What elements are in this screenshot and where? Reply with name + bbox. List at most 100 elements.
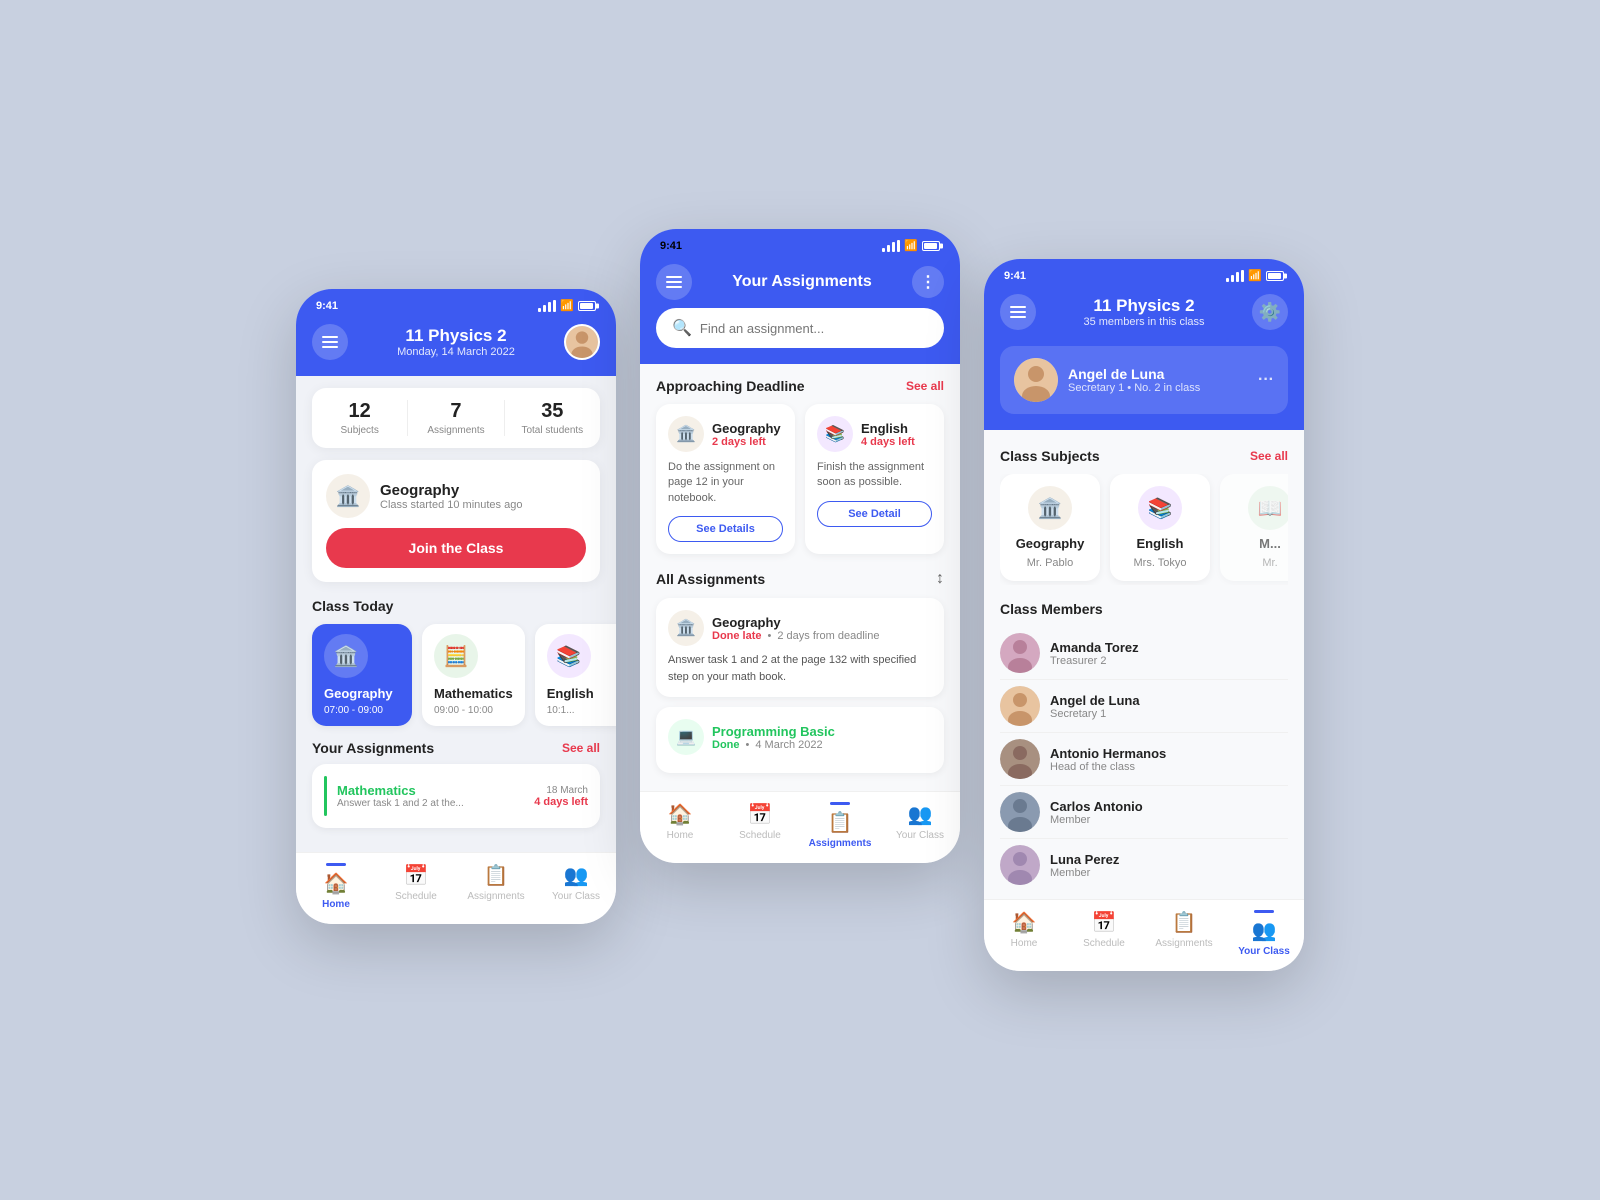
subject-more-teacher: Mr. [1262, 557, 1277, 569]
all-card-top-0: 🏛️ Geography Done late • 2 days from dea… [668, 610, 932, 646]
hamburger-icon-2 [666, 276, 682, 288]
nav-schedule-1[interactable]: 📅 Schedule [376, 863, 456, 910]
stat-assignments: 7 Assignments [408, 400, 504, 436]
see-details-eng-btn[interactable]: See Detail [817, 501, 932, 527]
sort-icon[interactable]: ↕ [936, 570, 944, 588]
today-card-geography[interactable]: 🏛️ Geography 07:00 - 09:00 [312, 624, 412, 726]
class-today-title: Class Today [312, 598, 393, 614]
search-icon-2: 🔍 [672, 318, 692, 338]
subject-card-english[interactable]: 📚 English Mrs. Tokyo [1110, 474, 1210, 581]
member-row-1: Angel de Luna Secretary 1 [1000, 680, 1288, 733]
user-more-btn-3[interactable]: ··· [1258, 371, 1274, 389]
deadline-geo-subject: Geography [712, 421, 781, 436]
assignments-see-all[interactable]: See all [562, 741, 600, 755]
nav-yourclass-label-2: Your Class [896, 830, 944, 841]
hamburger-icon-3 [1010, 306, 1026, 318]
member-avatar-1 [1000, 686, 1040, 726]
active-dot-home-1 [326, 863, 346, 866]
see-details-geo-btn[interactable]: See Details [668, 516, 783, 542]
user-role-3: Secretary 1 • No. 2 in class [1068, 382, 1248, 394]
nav-home-3[interactable]: 🏠 Home [984, 910, 1064, 957]
member-role-2: Head of the class [1050, 761, 1166, 773]
stat-num-assignments: 7 [408, 400, 503, 423]
today-card-time-0: 07:00 - 09:00 [324, 705, 400, 716]
all-card-programming: 💻 Programming Basic Done • 4 March 2022 [656, 707, 944, 773]
your-assignments-title: Your Assignments [312, 740, 434, 756]
member-name-0: Amanda Torez [1050, 640, 1139, 655]
menu-button-3[interactable] [1000, 294, 1036, 330]
subjects-see-all[interactable]: See all [1250, 449, 1288, 463]
menu-button-1[interactable] [312, 324, 348, 360]
settings-button-3[interactable]: ⚙️ [1252, 294, 1288, 330]
nav-yourclass-3[interactable]: 👥 Your Class [1224, 910, 1304, 957]
phone2-nav: Your Assignments ⋮ [640, 256, 960, 308]
class-members-section: Class Members Amanda Torez Treasurer 2 [984, 593, 1304, 899]
nav-schedule-3[interactable]: 📅 Schedule [1064, 910, 1144, 957]
deadline-card-geography: 🏛️ Geography 2 days left Do the assignme… [656, 404, 795, 554]
member-name-2: Antonio Hermanos [1050, 746, 1166, 761]
stat-label-subjects: Subjects [312, 425, 407, 436]
subject-card-more[interactable]: 📖 M... Mr. [1220, 474, 1288, 581]
status-icons-1: 📶 [538, 299, 596, 312]
stat-num-students: 35 [505, 400, 600, 423]
nav-yourclass-2[interactable]: 👥 Your Class [880, 802, 960, 849]
schedule-icon-2: 📅 [748, 802, 773, 827]
member-avatar-3 [1000, 792, 1040, 832]
member-avatar-0 [1000, 633, 1040, 673]
geography-icon-1: 🏛️ [326, 474, 370, 518]
assign-desc: Answer task 1 and 2 at the... [337, 798, 524, 809]
nav-assignments-3[interactable]: 📋 Assignments [1144, 910, 1224, 957]
bottom-nav-2: 🏠 Home 📅 Schedule 📋 Assignments 👥 Your C… [640, 791, 960, 863]
assign-info: Mathematics Answer task 1 and 2 at the..… [337, 783, 524, 809]
user-card-3: Angel de Luna Secretary 1 • No. 2 in cla… [1000, 346, 1288, 414]
schedule-icon-1: 📅 [404, 863, 429, 888]
assignments-icon-2: 📋 [828, 810, 853, 835]
search-bar-2[interactable]: 🔍 [656, 308, 944, 348]
class-status: Class started 10 minutes ago [380, 499, 522, 511]
nav-assignments-2[interactable]: 📋 Assignments [800, 802, 880, 849]
today-card-time-1: 09:00 - 10:00 [434, 705, 513, 716]
spacer-1 [296, 836, 616, 852]
today-card-english[interactable]: 📚 English 10:1... [535, 624, 616, 726]
all-prog-deadline: 4 March 2022 [755, 739, 822, 751]
home-icon-2: 🏠 [668, 802, 693, 827]
menu-button-2[interactable] [656, 264, 692, 300]
deadline-header: Approaching Deadline See all [656, 378, 944, 394]
user-info-3: Angel de Luna Secretary 1 • No. 2 in cla… [1068, 366, 1248, 394]
stat-num-subjects: 12 [312, 400, 407, 423]
wifi-icon-2: 📶 [904, 239, 918, 252]
nav-home-label-1: Home [322, 899, 350, 910]
today-card-mathematics[interactable]: 🧮 Mathematics 09:00 - 10:00 [422, 624, 525, 726]
phone2-header: 9:41 📶 Your Assignments ⋮ [640, 229, 960, 364]
deadline-eng-days: 4 days left [861, 436, 915, 448]
status-icons-2: 📶 [882, 239, 940, 252]
today-card-name-1: Mathematics [434, 686, 513, 701]
nav-schedule-label-1: Schedule [395, 891, 437, 902]
yourclass-icon-2: 👥 [908, 802, 933, 827]
subject-eng-name: English [1137, 536, 1184, 551]
avatar-1[interactable] [564, 324, 600, 360]
deadline-see-all[interactable]: See all [906, 379, 944, 393]
member-row-4: Luna Perez Member [1000, 839, 1288, 891]
subject-card-geography[interactable]: 🏛️ Geography Mr. Pablo [1000, 474, 1100, 581]
deadline-card-top-1: 📚 English 4 days left [817, 416, 932, 452]
nav-schedule-2[interactable]: 📅 Schedule [720, 802, 800, 849]
search-input-2[interactable] [700, 321, 928, 336]
more-button-2[interactable]: ⋮ [912, 266, 944, 298]
yourclass-icon-3: 👥 [1252, 918, 1277, 943]
join-class-button[interactable]: Join the Class [326, 528, 586, 568]
phone1-header: 9:41 📶 11 Physics 2 [296, 289, 616, 376]
green-bar [324, 776, 327, 816]
nav-home-1[interactable]: 🏠 Home [296, 863, 376, 910]
deadline-geo-desc: Do the assignment on page 12 in your not… [668, 460, 783, 506]
bottom-nav-3: 🏠 Home 📅 Schedule 📋 Assignments 👥 Your C… [984, 899, 1304, 971]
subject-eng-icon: 📚 [1138, 486, 1182, 530]
member-role-0: Treasurer 2 [1050, 655, 1139, 667]
nav-assignments-1[interactable]: 📋 Assignments [456, 863, 536, 910]
status-bar-3: 9:41 📶 [984, 259, 1304, 286]
phone3-header-content: 11 Physics 2 35 members in this class ⚙️ [984, 286, 1304, 346]
deadline-eng-desc: Finish the assignment soon as possible. [817, 460, 932, 491]
bottom-nav-1: 🏠 Home 📅 Schedule 📋 Assignments 👥 Your C… [296, 852, 616, 924]
nav-home-2[interactable]: 🏠 Home [640, 802, 720, 849]
nav-yourclass-1[interactable]: 👥 Your Class [536, 863, 616, 910]
